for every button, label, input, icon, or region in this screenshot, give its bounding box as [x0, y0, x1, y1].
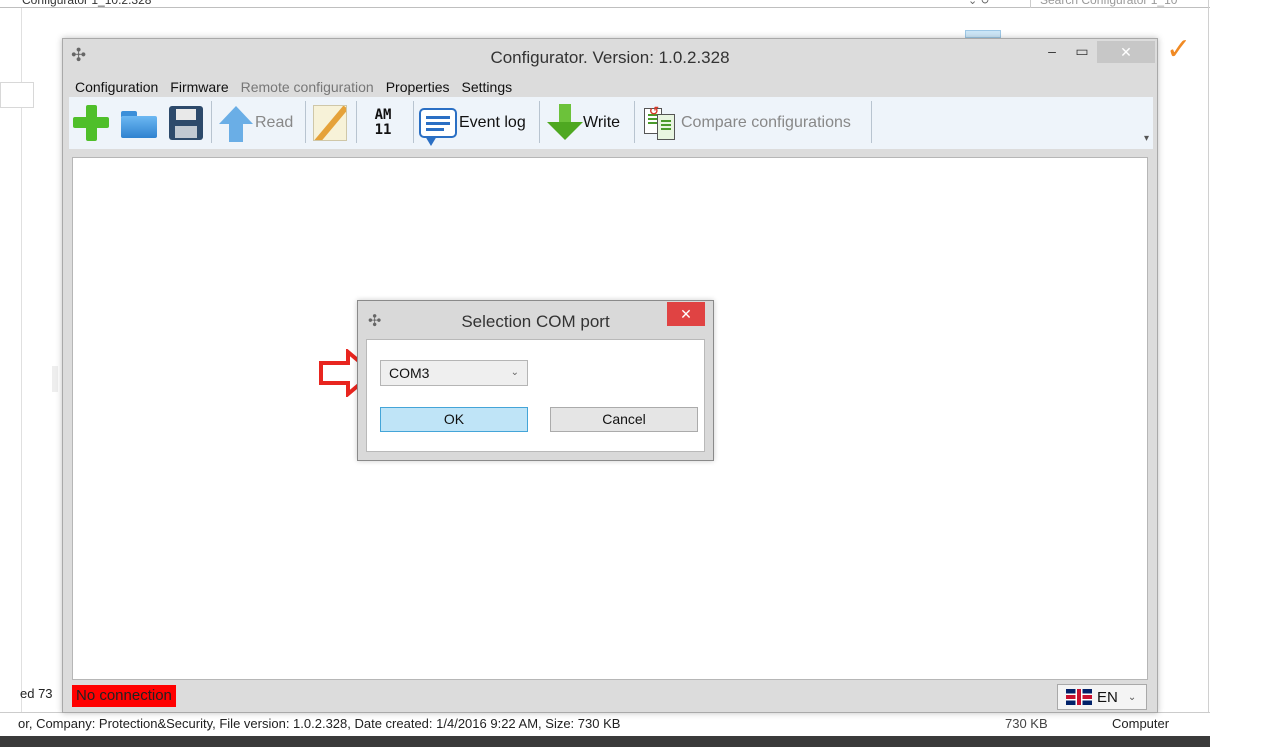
- compare-documents-icon: ↺: [641, 104, 679, 142]
- connection-status: No connection: [72, 685, 176, 707]
- edit-button[interactable]: [313, 103, 347, 143]
- toolbar-separator: [356, 101, 357, 143]
- chevron-down-icon: ⌄: [1127, 691, 1137, 703]
- cancel-button[interactable]: Cancel: [550, 407, 698, 432]
- read-button[interactable]: Read: [217, 103, 293, 143]
- toolbar-separator: [871, 101, 872, 143]
- window-controls: – ▭ ✕: [1037, 39, 1155, 65]
- com-port-value: COM3: [389, 365, 430, 381]
- explorer-nav-arrows[interactable]: ⌄ ↻: [968, 0, 990, 7]
- am-label: AM: [374, 107, 392, 123]
- app-titlebar[interactable]: ✣ Configurator. Version: 1.0.2.328 – ▭ ✕: [63, 39, 1157, 75]
- toolbar-separator: [211, 101, 212, 143]
- maximize-button[interactable]: ▭: [1067, 39, 1097, 63]
- event-log-button[interactable]: Event log: [419, 103, 526, 146]
- menu-properties[interactable]: Properties: [380, 77, 456, 97]
- pencil-icon: [313, 105, 347, 141]
- checkmark-icon: ✓: [1166, 33, 1192, 66]
- arrow-down-icon: [545, 104, 583, 142]
- arrow-up-icon: [217, 104, 255, 142]
- speech-bubble-icon: [419, 108, 457, 146]
- compare-configurations-button[interactable]: ↺ Compare configurations: [641, 103, 851, 143]
- explorer-file-details: or, Company: Protection&Security, File v…: [18, 716, 621, 731]
- clock-icon: AM 11: [363, 108, 403, 138]
- explorer-scroll-fragment: [52, 366, 58, 392]
- open-button[interactable]: [121, 103, 159, 143]
- explorer-search-box[interactable]: [1030, 0, 1208, 8]
- menubar: Configuration Firmware Remote configurat…: [69, 77, 518, 97]
- explorer-items-count: ed 73: [20, 686, 53, 701]
- menu-configuration[interactable]: Configuration: [69, 77, 164, 97]
- folder-icon: [121, 108, 159, 138]
- chevron-down-icon: ⌄: [510, 367, 519, 378]
- new-config-button[interactable]: [71, 103, 111, 143]
- language-selector[interactable]: EN ⌄: [1057, 684, 1147, 710]
- explorer-nav-pane: [0, 8, 22, 734]
- compare-label: Compare configurations: [681, 114, 851, 131]
- minimize-button[interactable]: –: [1037, 39, 1067, 63]
- menu-settings[interactable]: Settings: [456, 77, 519, 97]
- explorer-file-size: 730 KB: [1005, 716, 1048, 731]
- dialog-title: Selection COM port: [461, 312, 610, 331]
- explorer-right-edge: [1208, 0, 1209, 747]
- save-icon: [169, 106, 203, 140]
- toolbar: Read AM 11 Event log Write ↺ Compare con…: [69, 97, 1153, 149]
- status-bar: No connection EN ⌄: [69, 684, 1153, 710]
- explorer-title-fragment: Configurator 1_10.2.328: [22, 0, 152, 7]
- write-label: Write: [583, 114, 621, 131]
- toolbar-separator: [413, 101, 414, 143]
- language-label: EN: [1097, 688, 1118, 706]
- toolbar-separator: [539, 101, 540, 143]
- com-port-select[interactable]: COM3 ⌄: [380, 360, 528, 386]
- toolbar-separator: [305, 101, 306, 143]
- toolbar-separator: [634, 101, 635, 143]
- app-title: Configurator. Version: 1.0.2.328: [490, 48, 730, 67]
- save-button[interactable]: [169, 103, 203, 143]
- read-label: Read: [255, 114, 294, 131]
- close-button[interactable]: ✕: [1097, 41, 1155, 63]
- write-button[interactable]: Write: [545, 103, 620, 143]
- time-sync-button[interactable]: AM 11: [363, 103, 403, 143]
- explorer-address-fragment: [0, 82, 34, 108]
- uk-flag-icon: [1066, 689, 1092, 705]
- menu-firmware[interactable]: Firmware: [164, 77, 234, 97]
- com-port-dialog: ✣ Selection COM port ✕ COM3 ⌄ OK Cancel: [357, 300, 714, 461]
- dialog-close-button[interactable]: ✕: [667, 302, 705, 326]
- am-hour-label: 11: [374, 122, 392, 138]
- explorer-titlebar: Configurator 1_10.2.328 ⌄ ↻ Search Confi…: [0, 0, 1210, 8]
- explorer-details-bar: or, Company: Protection&Security, File v…: [0, 712, 1210, 736]
- taskbar-edge: [0, 736, 1210, 747]
- dialog-body: COM3 ⌄ OK Cancel: [366, 339, 705, 452]
- ok-button[interactable]: OK: [380, 407, 528, 432]
- toolbar-overflow-icon[interactable]: ▾: [1144, 133, 1149, 144]
- menu-remote-configuration[interactable]: Remote configuration: [235, 77, 380, 97]
- explorer-computer-label: Computer: [1112, 716, 1170, 731]
- plus-icon: [71, 103, 111, 143]
- event-log-label: Event log: [459, 114, 526, 131]
